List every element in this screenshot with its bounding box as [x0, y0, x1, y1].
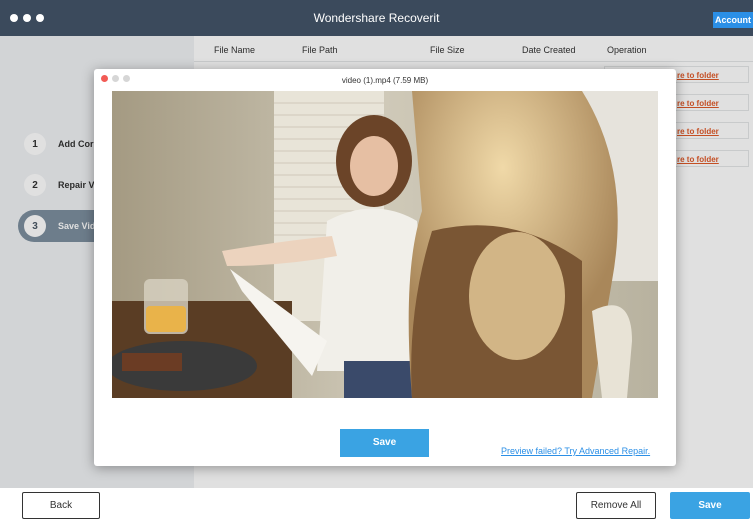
- save-button[interactable]: Save: [670, 492, 750, 519]
- footer-bar: Back Remove All Save: [0, 488, 753, 524]
- back-button[interactable]: Back: [22, 492, 100, 519]
- app-title: Wondershare Recoverit: [313, 11, 440, 25]
- title-bar: Wondershare Recoverit Account: [0, 0, 753, 36]
- account-button[interactable]: Account: [713, 12, 753, 28]
- preview-title: video (1).mp4 (7.59 MB): [341, 76, 429, 85]
- video-frame-image: [112, 91, 658, 398]
- advanced-repair-link[interactable]: Preview failed? Try Advanced Repair.: [501, 446, 650, 456]
- preview-save-button[interactable]: Save: [340, 429, 429, 457]
- remove-all-button[interactable]: Remove All: [576, 492, 656, 519]
- video-preview[interactable]: [112, 91, 658, 398]
- preview-dialog: video (1).mp4 (7.59 MB) Save Preview fai…: [94, 69, 676, 466]
